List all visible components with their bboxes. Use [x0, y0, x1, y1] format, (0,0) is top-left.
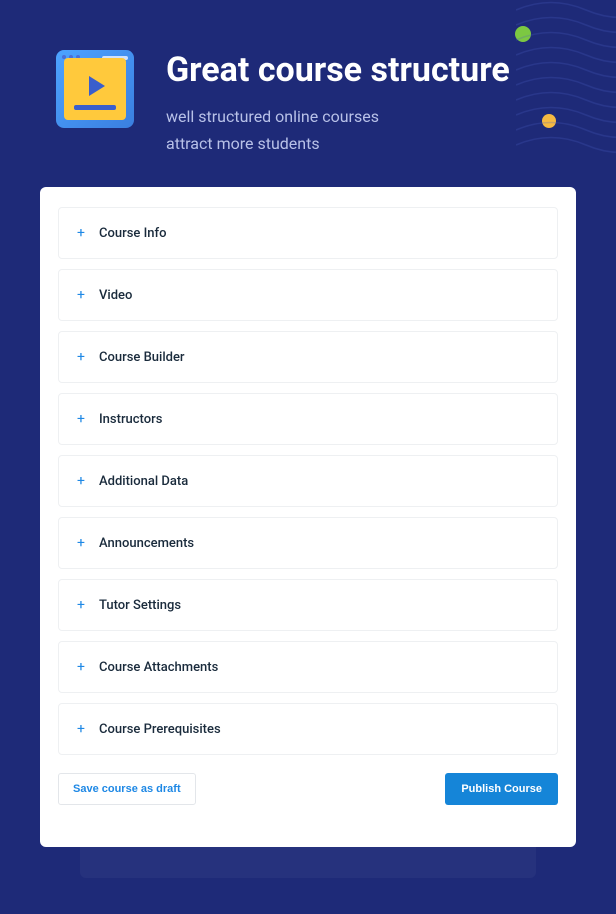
accordion-item[interactable]: + Course Prerequisites: [58, 703, 558, 755]
panel-footer: Save course as draft Publish Course: [58, 773, 558, 805]
decorative-waves: [516, 0, 616, 170]
course-form-panel: + Course Info + Video + Course Builder + Instru…: [40, 187, 576, 847]
accordion-label: Video: [99, 288, 132, 303]
plus-icon: +: [77, 287, 89, 303]
accordion-label: Instructors: [99, 412, 162, 427]
page-title: Great course structure: [166, 50, 566, 91]
accordion-item[interactable]: + Additional Data: [58, 455, 558, 507]
plus-icon: +: [77, 659, 89, 675]
plus-icon: +: [77, 535, 89, 551]
plus-icon: +: [77, 349, 89, 365]
accordion-item[interactable]: + Course Builder: [58, 331, 558, 383]
course-video-icon: [56, 50, 134, 128]
accordion-label: Tutor Settings: [99, 598, 181, 613]
accordion-item[interactable]: + Tutor Settings: [58, 579, 558, 631]
accordion-item[interactable]: + Course Attachments: [58, 641, 558, 693]
accordion-item[interactable]: + Announcements: [58, 517, 558, 569]
accordion-item[interactable]: + Course Info: [58, 207, 558, 259]
save-draft-button[interactable]: Save course as draft: [58, 773, 196, 805]
plus-icon: +: [77, 411, 89, 427]
accordion-label: Course Info: [99, 226, 166, 241]
plus-icon: +: [77, 473, 89, 489]
plus-icon: +: [77, 721, 89, 737]
accordion-label: Course Builder: [99, 350, 185, 365]
plus-icon: +: [77, 597, 89, 613]
decorative-shadow: [80, 818, 536, 878]
accordion-label: Announcements: [99, 536, 194, 551]
accordion-item[interactable]: + Video: [58, 269, 558, 321]
accordion-label: Course Prerequisites: [99, 722, 221, 737]
accordion-label: Additional Data: [99, 474, 188, 489]
plus-icon: +: [77, 225, 89, 241]
page-subtitle: well structured online courses attract m…: [166, 103, 566, 157]
accordion-item[interactable]: + Instructors: [58, 393, 558, 445]
publish-course-button[interactable]: Publish Course: [445, 773, 558, 805]
accordion-label: Course Attachments: [99, 660, 218, 675]
